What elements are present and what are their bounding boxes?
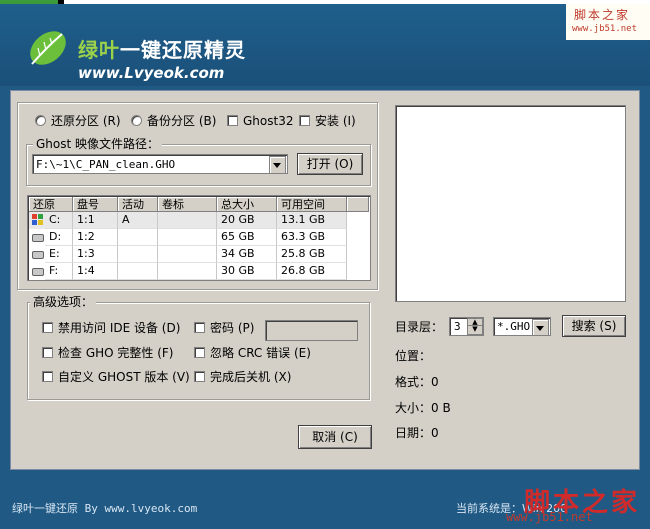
- app-title-prefix: 绿叶: [78, 38, 120, 62]
- dir-level-value: 3: [454, 320, 461, 333]
- system-drive-icon: [31, 212, 45, 227]
- ghost32-checkbox[interactable]: [227, 115, 238, 126]
- row-drive: D:: [45, 229, 73, 246]
- row-free: 26.8 GB: [277, 263, 347, 280]
- info-size: 大小：0 B: [395, 401, 451, 415]
- row-free: 25.8 GB: [277, 246, 347, 263]
- filter-dropdown-icon[interactable]: [532, 319, 549, 336]
- ghost-path-legend: Ghost 映像文件路径：: [33, 137, 163, 151]
- col-header-disk[interactable]: 盘号: [73, 197, 118, 212]
- row-number: 1:1: [73, 212, 118, 229]
- restore-label[interactable]: 还原分区 (R): [51, 114, 121, 128]
- backup-radio[interactable]: [131, 115, 142, 126]
- watermark-top-url: www.jb51.net: [572, 24, 638, 34]
- row-total: 34 GB: [217, 246, 277, 263]
- col-header-active[interactable]: 活动: [118, 197, 158, 212]
- row-drive: E:: [45, 246, 73, 263]
- col-header-spacer: [347, 197, 369, 212]
- search-button[interactable]: 搜索 (S): [562, 315, 626, 337]
- password-input[interactable]: [265, 320, 358, 341]
- row-free: 13.1 GB: [277, 212, 347, 229]
- row-label: [158, 263, 217, 280]
- file-list-panel[interactable]: [395, 105, 626, 302]
- row-label: [158, 229, 217, 246]
- watermark-top: 脚本之家 www.jb51.net: [566, 4, 650, 40]
- filter-value: *.GHO: [497, 320, 531, 333]
- password-checkbox[interactable]: [194, 322, 205, 333]
- filter-combo[interactable]: *.GHO: [493, 317, 551, 336]
- watermark-bottom-url: www.jb51.net: [506, 510, 593, 524]
- row-number: 1:2: [73, 229, 118, 246]
- ghost32-label[interactable]: Ghost32: [243, 114, 293, 128]
- advanced-legend: 高级选项：: [30, 295, 97, 309]
- row-active: A: [118, 212, 158, 229]
- custom-ghost-label[interactable]: 自定义 GHOST 版本 (V): [58, 370, 190, 384]
- watermark-top-text: 脚本之家: [574, 8, 631, 22]
- install-checkbox[interactable]: [299, 115, 310, 126]
- custom-ghost-checkbox[interactable]: [42, 371, 53, 382]
- check-gho-checkbox[interactable]: [42, 347, 53, 358]
- ghost-path-dropdown-icon[interactable]: [269, 156, 286, 174]
- disk-drive-icon: [32, 234, 44, 242]
- restore-radio[interactable]: [35, 115, 46, 126]
- ghost-path-combo[interactable]: F:\~1\C_PAN_clean.GHO: [32, 154, 288, 174]
- row-total: 30 GB: [217, 263, 277, 280]
- row-total: 20 GB: [217, 212, 277, 229]
- install-label[interactable]: 安装 (I): [315, 114, 356, 128]
- check-gho-label[interactable]: 检查 GHO 完整性 (F): [58, 346, 173, 360]
- col-header-free[interactable]: 可用空间: [277, 197, 347, 212]
- info-location: 位置：: [395, 349, 432, 363]
- password-label[interactable]: 密码 (P): [210, 321, 254, 335]
- row-active: [118, 263, 158, 280]
- col-header-total[interactable]: 总大小: [217, 197, 277, 212]
- backup-label[interactable]: 备份分区 (B): [147, 114, 216, 128]
- shutdown-label[interactable]: 完成后关机 (X): [210, 370, 291, 384]
- row-free: 63.3 GB: [277, 229, 347, 246]
- ignore-crc-checkbox[interactable]: [194, 347, 205, 358]
- col-header-restore[interactable]: 还原: [29, 197, 73, 212]
- shutdown-checkbox[interactable]: [194, 371, 205, 382]
- leaf-logo-icon: [26, 26, 70, 70]
- row-active: [118, 229, 158, 246]
- app-title-suffix: 一键还原精灵: [120, 38, 246, 62]
- row-number: 1:4: [73, 263, 118, 280]
- disk-drive-icon: [32, 268, 44, 276]
- spinner-down-icon[interactable]: ▼: [467, 325, 483, 335]
- watermark-bottom: 脚本之家 www.jb51.net: [498, 480, 650, 529]
- row-drive: C:: [45, 212, 73, 229]
- cancel-button[interactable]: 取消 (C): [298, 425, 372, 449]
- row-number: 1:3: [73, 246, 118, 263]
- site-url: www.Lvyeok.com: [78, 64, 225, 82]
- app-title: 绿叶一键还原精灵: [78, 34, 246, 63]
- disable-ide-label[interactable]: 禁用访问 IDE 设备 (D): [58, 321, 180, 335]
- row-label: [158, 246, 217, 263]
- info-date: 日期：0: [395, 426, 439, 440]
- dir-level-label: 目录层：: [395, 320, 444, 334]
- ghost-path-value: F:\~1\C_PAN_clean.GHO: [36, 158, 176, 171]
- disable-ide-checkbox[interactable]: [42, 322, 53, 333]
- col-header-label[interactable]: 卷标: [158, 197, 217, 212]
- disk-drive-icon: [32, 251, 44, 259]
- footer-credit: 绿叶一键还原 By www.lvyeok.com: [12, 502, 198, 515]
- row-drive: F:: [45, 263, 73, 280]
- row-active: [118, 246, 158, 263]
- ignore-crc-label[interactable]: 忽略 CRC 错误 (E): [210, 346, 311, 360]
- dir-level-spinner[interactable]: 3 ▲ ▼: [449, 317, 484, 336]
- info-format: 格式：0: [395, 375, 439, 389]
- row-label: [158, 212, 217, 229]
- row-total: 65 GB: [217, 229, 277, 246]
- open-button[interactable]: 打开 (O): [297, 153, 363, 175]
